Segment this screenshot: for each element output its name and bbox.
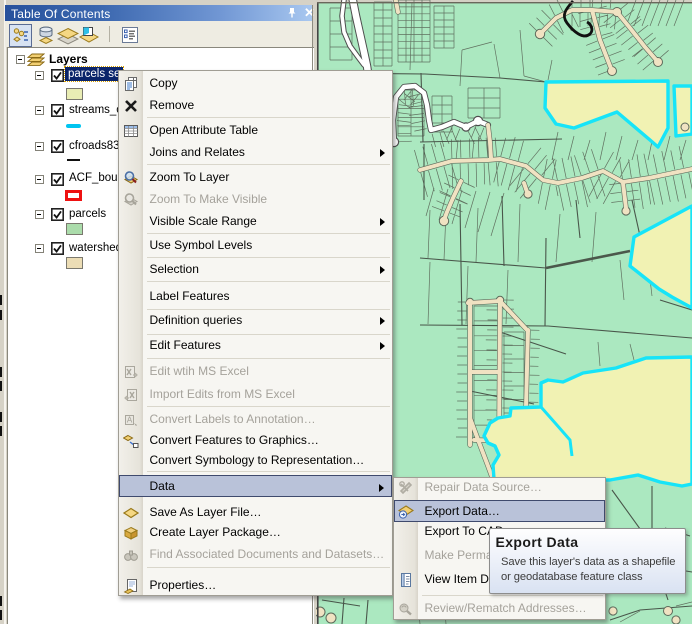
svg-text:A: A	[127, 415, 133, 424]
